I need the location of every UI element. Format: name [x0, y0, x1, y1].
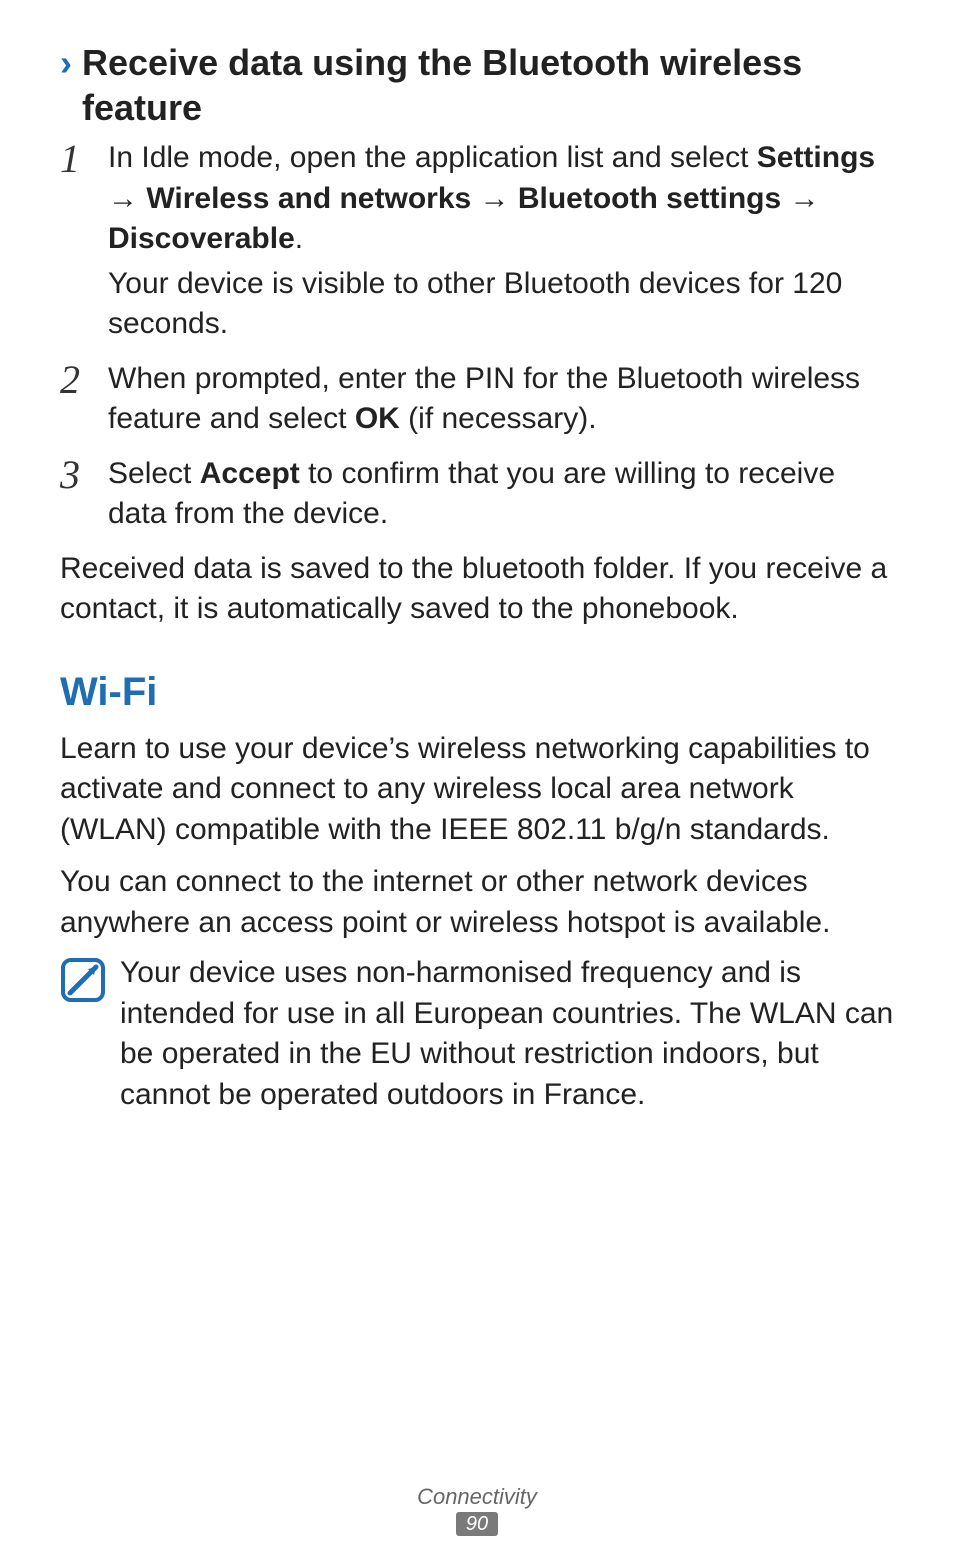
step-number: 2 — [60, 353, 80, 407]
page-number-badge: 90 — [456, 1512, 498, 1536]
note-text: Your device uses non-harmonised frequenc… — [120, 953, 894, 1115]
step-text: Select — [108, 457, 200, 490]
step-body: When prompted, enter the PIN for the Blu… — [108, 362, 860, 436]
step-item: 1In Idle mode, open the application list… — [60, 138, 894, 345]
step-item: 3Select Accept to confirm that you are w… — [60, 454, 894, 535]
wifi-paragraph-2: You can connect to the internet or other… — [60, 862, 894, 943]
subsection-heading-text: Receive data using the Bluetooth wireles… — [82, 40, 894, 130]
step-text: (if necessary). — [400, 402, 597, 435]
arrow-separator: → — [108, 182, 146, 215]
step-body: Select Accept to confirm that you are wi… — [108, 457, 835, 531]
footer-section-label: Connectivity — [0, 1484, 954, 1510]
step-subtext: Your device is visible to other Bluetoot… — [108, 264, 894, 345]
step-number: 3 — [60, 448, 80, 502]
step-bold-text: Bluetooth settings — [518, 182, 781, 215]
step-body: In Idle mode, open the application list … — [108, 141, 875, 255]
page-footer: Connectivity 90 — [0, 1484, 954, 1536]
arrow-separator: → — [471, 182, 518, 215]
note-icon — [60, 957, 106, 1008]
step-number: 1 — [60, 132, 80, 186]
step-bold-text: Accept — [200, 457, 300, 490]
step-text: In Idle mode, open the application list … — [108, 141, 757, 174]
wifi-paragraph-1: Learn to use your device’s wireless netw… — [60, 729, 894, 851]
after-steps-text: Received data is saved to the bluetooth … — [60, 549, 894, 630]
steps-list: 1In Idle mode, open the application list… — [60, 138, 894, 535]
wifi-heading: Wi-Fi — [60, 670, 894, 715]
chevron-icon: › — [60, 40, 72, 85]
step-item: 2When prompted, enter the PIN for the Bl… — [60, 359, 894, 440]
subsection-heading: › Receive data using the Bluetooth wirel… — [60, 40, 894, 130]
step-text: . — [295, 222, 303, 255]
step-bold-text: OK — [355, 402, 400, 435]
step-bold-text: Settings — [757, 141, 875, 174]
note-row: Your device uses non-harmonised frequenc… — [60, 953, 894, 1115]
step-bold-text: Wireless and networks — [146, 182, 471, 215]
step-bold-text: Discoverable — [108, 222, 295, 255]
arrow-separator: → — [781, 182, 819, 215]
